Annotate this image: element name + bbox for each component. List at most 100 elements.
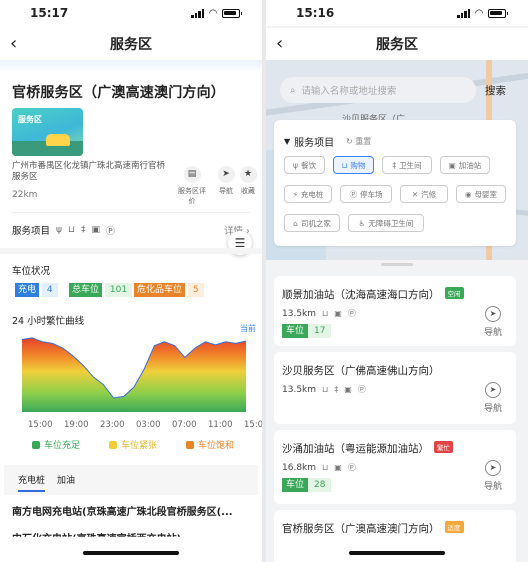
card-parking-value: 28	[308, 478, 332, 492]
card-parking-value: 17	[308, 324, 332, 338]
status-icons: ◠	[457, 7, 508, 19]
search-input[interactable]: ⌕ 请输入名称或地址搜索	[280, 77, 476, 103]
legend-tight: 车位紧张	[109, 438, 157, 451]
car-shape	[46, 134, 70, 146]
wifi-icon: ◠	[475, 7, 483, 19]
tab-fuel[interactable]: 加油	[57, 473, 75, 486]
filter-title: 服务项目	[294, 138, 335, 149]
status-bar: 15:17 ◠	[0, 0, 262, 26]
card-navigate-button[interactable]: ➤ 导航	[484, 382, 502, 414]
accessible-icon: ♿	[358, 218, 366, 228]
review-button[interactable]: ▤ 服务区评价	[177, 166, 207, 206]
filter-chip[interactable]: Ⓟ 停车场	[340, 185, 392, 203]
legend-swatch	[186, 440, 194, 449]
comment-icon: ▤	[183, 166, 201, 183]
filter-chip[interactable]: ♿ 无障碍卫生间	[348, 214, 424, 232]
fuel-icon: ▣	[344, 385, 352, 394]
filter-chip-label: 卫生间	[399, 160, 422, 170]
x-tick-label: 23:00	[100, 420, 125, 430]
legend-swatch	[109, 440, 117, 449]
filter-chip[interactable]: ⚡ 充电桩	[284, 185, 332, 203]
shopping-icon: ⊔	[341, 160, 348, 170]
card-parking-label: 车位	[282, 478, 309, 492]
favorite-button[interactable]: ★ 收藏	[233, 166, 262, 196]
back-icon[interactable]: ‹	[10, 33, 17, 54]
card-navigate-button[interactable]: ➤ 导航	[484, 306, 502, 338]
card-meta: 13.5km ⊔ ‡ ▣ Ⓟ	[282, 384, 366, 395]
reset-button[interactable]: ↻ 重置	[346, 136, 371, 147]
card-name-text: 官桥服务区（广澳高速澳门方向）	[282, 523, 440, 535]
shopping-icon: ⊔	[322, 309, 329, 318]
filter-chip-label: 停车场	[360, 189, 383, 199]
caret-down-icon: ▼	[284, 137, 291, 146]
nav-bar: ‹ 服务区	[0, 28, 262, 60]
navigate-label: 导航	[219, 187, 233, 195]
filter-chip[interactable]: ⌂ 司机之家	[284, 214, 340, 232]
filter-chip[interactable]: ◉ 母婴室	[456, 185, 506, 203]
navigate-icon: ➤	[217, 166, 235, 183]
status-badge: 繁忙	[434, 441, 453, 453]
service-area-image[interactable]: 服务区	[12, 108, 83, 156]
now-label: 当前	[240, 324, 256, 333]
service-area-card[interactable]: 沙涌加油站（粤运能源加油站） 繁忙 16.8km ⊔ ▣ Ⓟ ➤ 导航 车位 28	[274, 430, 516, 504]
list-screen: 15:16 ◠ ‹ 服务区 沙贝服务区（广 ⌕ 请输入名称或地址搜索 搜索 ▼ …	[266, 0, 528, 562]
filter-chip[interactable]: ⊔ 购物	[333, 156, 374, 174]
restroom-icon: ‡	[80, 225, 86, 235]
drag-handle[interactable]	[381, 263, 413, 266]
signal-icon	[457, 8, 471, 18]
filter-chip[interactable]: ▣ 加油站	[440, 156, 490, 174]
divider	[12, 212, 250, 213]
service-area-title: 官桥服务区（广澳高速澳门方向）	[12, 85, 225, 101]
driver-home-icon: ⌂	[293, 218, 298, 228]
card-distance: 13.5km	[282, 384, 317, 395]
restroom-icon: ‡	[334, 385, 339, 394]
legend-label: 车位饱和	[198, 441, 235, 451]
back-icon[interactable]: ‹	[276, 33, 283, 54]
service-area-card[interactable]: 顺景加油站（沈海高速海口方向） 空闲 13.5km ⊔ ▣ Ⓟ ➤ 导航 车位 17	[274, 276, 516, 346]
card-meta: 16.8km ⊔ ▣ Ⓟ	[282, 462, 356, 473]
navigate-icon: ➤	[484, 460, 501, 476]
service-area-card[interactable]: 沙贝服务区（广佛高速佛山方向） 13.5km ⊔ ‡ ▣ Ⓟ ➤ 导航	[274, 352, 516, 424]
filter-toggle[interactable]: ▼ 服务项目	[284, 134, 334, 149]
card-distance: 13.5km	[282, 308, 317, 319]
filter-chip-label: 充电桩	[300, 189, 324, 199]
legend-label: 车位充足	[44, 441, 81, 451]
review-label: 服务区评价	[178, 187, 206, 205]
navigate-label: 导航	[483, 482, 502, 492]
filter-chip[interactable]: ‡ 卫生间	[382, 156, 432, 174]
x-tick-label: 07:00	[172, 420, 197, 430]
station-item[interactable]: 南方电网充电站(京珠高速广珠北段官桥服务区(...	[12, 503, 257, 518]
legend-swatch	[32, 440, 40, 449]
card-navigate-button[interactable]: ➤ 导航	[484, 460, 502, 492]
favorite-label: 收藏	[241, 187, 255, 195]
legend-ample: 车位充足	[32, 438, 80, 451]
station-item[interactable]: 中石化充电站(京珠高速官桥西充电站)	[12, 530, 257, 537]
reset-icon: ↻	[346, 137, 353, 146]
fuel-icon: ▣	[334, 463, 342, 472]
x-tick-label: 03:00	[136, 420, 161, 430]
header-strip	[0, 60, 262, 72]
filter-chip[interactable]: ψ 餐饮	[284, 156, 325, 174]
card-name: 沙涌加油站（粤运能源加油站） 繁忙	[282, 441, 453, 456]
home-indicator	[349, 551, 445, 555]
shopping-icon: ⊔	[67, 225, 75, 235]
battery-icon	[488, 8, 508, 18]
card-name: 官桥服务区（广澳高速澳门方向） 适度	[282, 521, 464, 536]
filter-chip-label: 汽修	[421, 189, 437, 199]
search-button[interactable]: 搜索	[485, 83, 506, 98]
fuel-icon: ▣	[91, 225, 100, 235]
x-tick-label: 11:00	[208, 420, 233, 430]
tab-charging[interactable]: 充电桩	[18, 473, 46, 492]
nav-bar: ‹ 服务区	[266, 28, 528, 60]
parking-charging-value: 4	[41, 283, 58, 297]
card-name-text: 沙贝服务区（广佛高速佛山方向）	[282, 365, 440, 377]
shopping-icon: ⊔	[322, 463, 329, 472]
parking-total-value: 101	[104, 283, 133, 297]
service-items-label: 服务项目	[12, 226, 51, 237]
card-parking: 车位 28	[282, 478, 332, 492]
thumb-tag: 服务区	[18, 115, 42, 124]
filter-chip[interactable]: ✕ 汽修	[400, 185, 448, 203]
filter-chip-label: 加油站	[458, 160, 482, 170]
star-icon: ★	[239, 166, 257, 183]
card-parking-label: 车位	[282, 324, 309, 338]
